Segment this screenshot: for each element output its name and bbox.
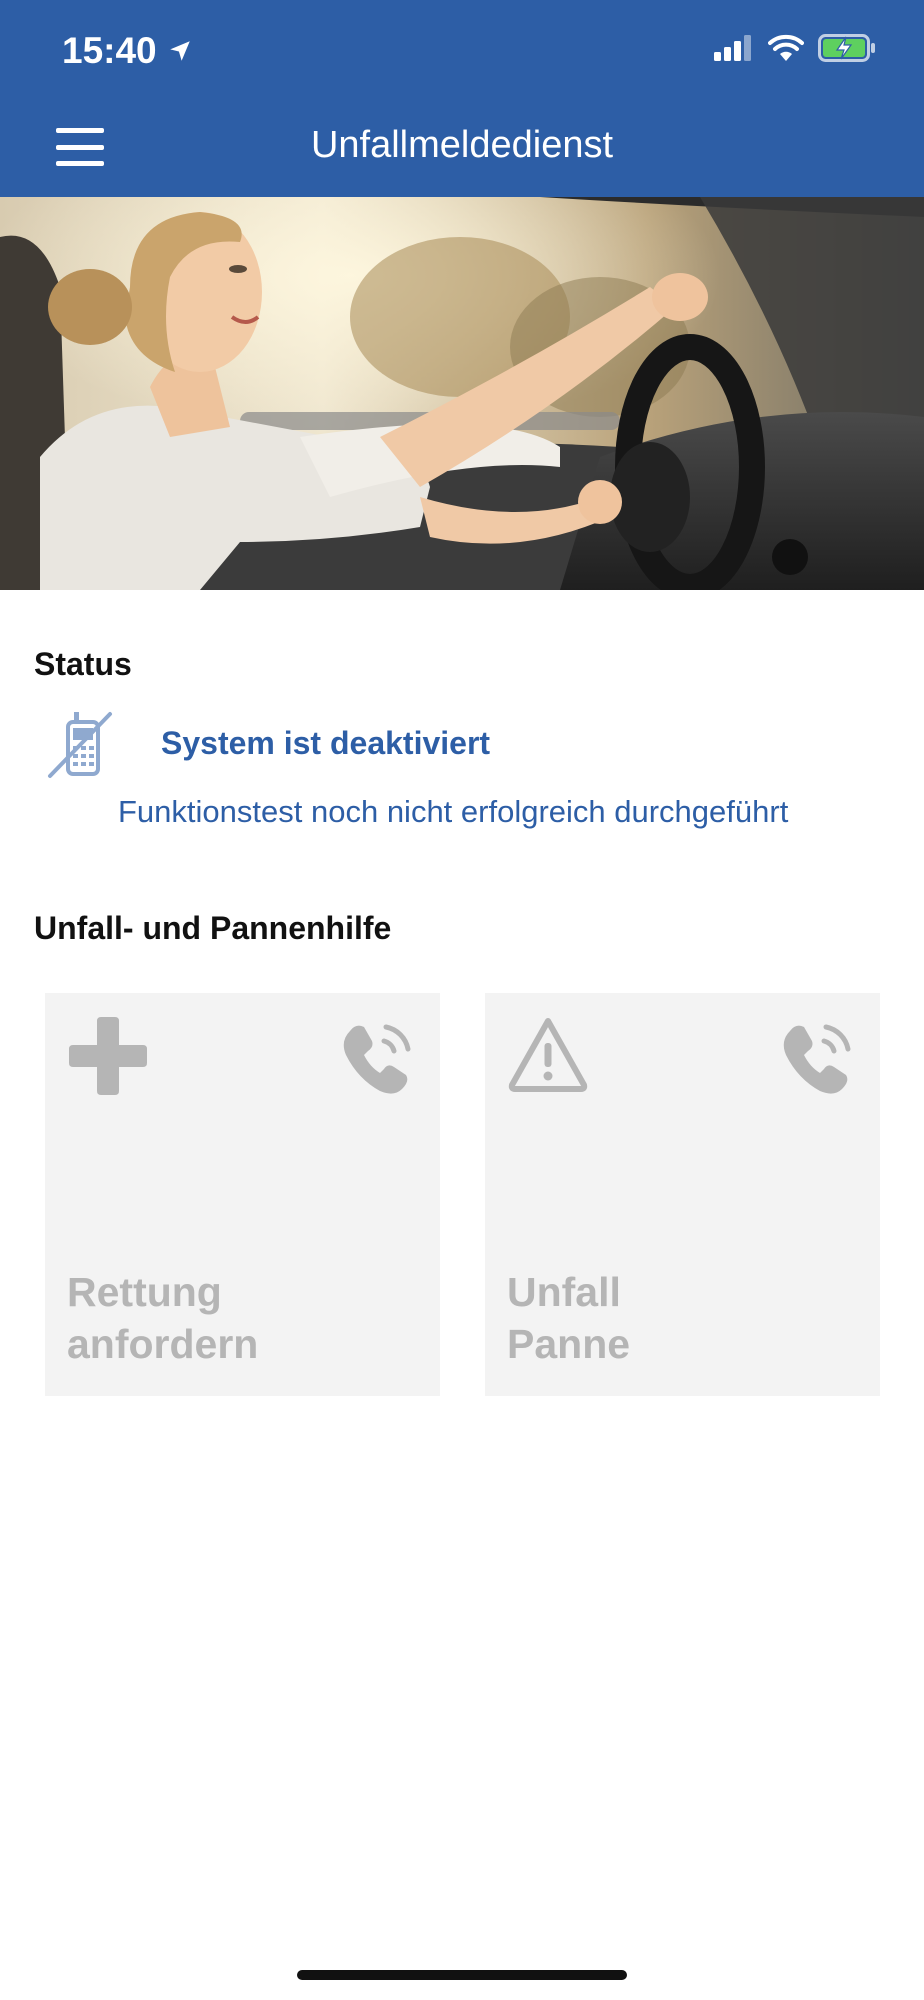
help-section-title: Unfall- und Pannenhilfe [34, 910, 392, 946]
system-status-detail: Funktionstest noch nicht erfolgreich dur… [118, 794, 789, 829]
hero-image [0, 197, 924, 590]
card-label-line: Panne [507, 1321, 631, 1367]
status-bar-time-text: 15:40 [62, 30, 157, 71]
status-bar-time: 15:40 [62, 30, 193, 72]
battery-charging-icon [818, 34, 875, 62]
cellular-signal-icon [714, 35, 751, 61]
warning-triangle-icon [508, 1018, 588, 1092]
status-section-title: Status [34, 646, 132, 682]
card-label-line: Rettung [67, 1269, 222, 1315]
home-indicator[interactable] [297, 1970, 627, 1980]
wifi-icon [768, 34, 804, 61]
request-rescue-button[interactable]: Rettung anfordern [45, 993, 440, 1396]
accident-breakdown-button[interactable]: Unfall Panne [485, 993, 880, 1396]
medical-cross-icon [69, 1017, 147, 1095]
status-bar-indicators [714, 34, 876, 62]
card-label-line: anfordern [67, 1321, 259, 1367]
accident-breakdown-label: Unfall Panne [507, 1266, 630, 1370]
phone-call-icon [343, 1024, 411, 1094]
phone-disabled-icon [48, 712, 112, 778]
card-label-line: Unfall [507, 1269, 621, 1315]
driver-photo-illustration [0, 197, 924, 590]
request-rescue-label: Rettung anfordern [67, 1266, 258, 1370]
app-title: Unfallmeldedienst [310, 124, 614, 166]
phone-call-icon [783, 1024, 851, 1094]
system-status-headline: System ist deaktiviert [161, 725, 491, 761]
app-header: 15:40 Unfallmeldedienst [0, 0, 924, 197]
location-arrow-icon [169, 41, 190, 61]
